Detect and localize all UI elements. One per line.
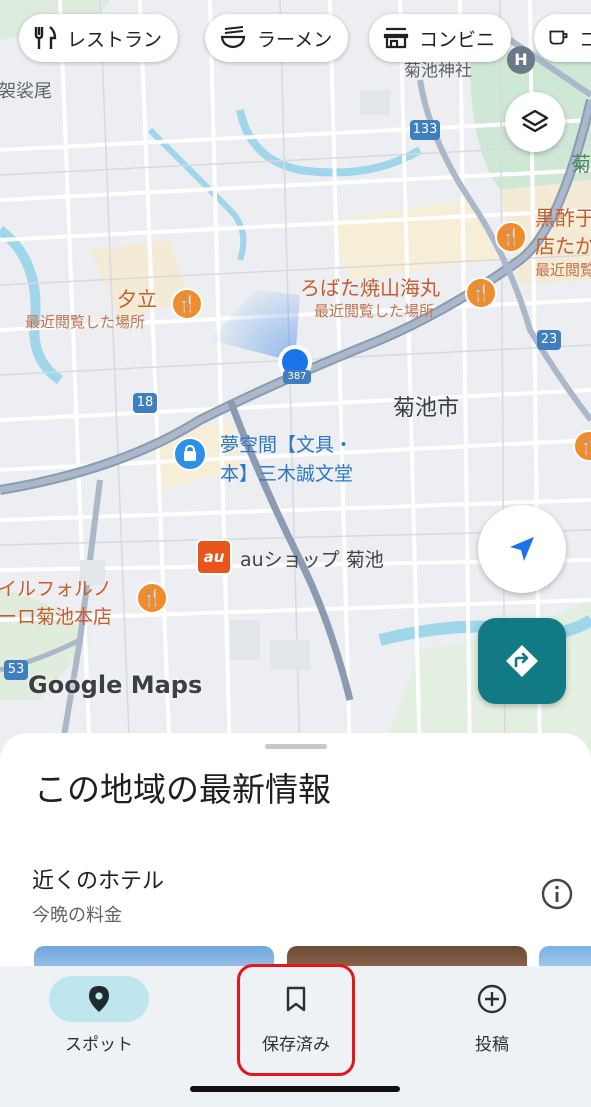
place-label-robata-recent: 最近閲覧した場所 [314, 302, 435, 320]
nav-label: スポット [65, 1035, 133, 1055]
fork-knife-icon [34, 26, 57, 49]
directions-button[interactable] [478, 618, 566, 704]
road-badge-23: 23 [537, 330, 561, 350]
chip-cafe[interactable]: コ [534, 14, 591, 62]
place-label-yumekukan-2[interactable]: 本】三木誠文堂 [220, 459, 353, 486]
road-badge-text: 387 [287, 371, 307, 382]
road-badge-text: 18 [136, 395, 154, 410]
saved-tab-highlight [237, 964, 355, 1076]
place-label-au-shop[interactable]: auショップ 菊池 [240, 545, 384, 572]
road-badge-133: 133 [410, 120, 440, 140]
road-badge-18: 18 [133, 393, 157, 413]
hospital-icon[interactable]: H [507, 46, 535, 74]
au-logo[interactable]: au [196, 539, 232, 575]
road-badge-text: 23 [540, 332, 558, 347]
place-label-kurozu-2[interactable]: 店たか [535, 230, 591, 259]
chip-restaurant[interactable]: レストラン [19, 14, 179, 62]
nav-item-spots[interactable]: スポット [24, 966, 174, 1086]
coffee-cup-icon [549, 30, 568, 45]
nav-icon-container [442, 976, 542, 1022]
place-label-kurozu-1[interactable]: 黒酢于 [535, 202, 591, 231]
place-label-robata[interactable]: ろばた焼山海丸 [300, 272, 440, 301]
place-label-ilforno-2[interactable]: ーロ菊池本店 [0, 602, 112, 629]
nav-label: 投稿 [475, 1035, 509, 1055]
chip-convenience-store[interactable]: コンビニ [369, 14, 512, 62]
shopping-bag-pin-icon[interactable] [173, 437, 207, 471]
directions-icon [506, 645, 538, 677]
restaurant-pin-icon[interactable]: 🍴 [465, 277, 497, 309]
place-label-ilforno-1[interactable]: イルフォルノ [0, 574, 112, 601]
nav-item-contribute[interactable]: 投稿 [417, 966, 567, 1086]
road-badge-53: 53 [4, 660, 28, 680]
ramen-bowl-icon [220, 26, 246, 49]
nav-icon-container [49, 976, 149, 1022]
place-label-kurozu-recent: 最近閲覧した場所 [535, 261, 591, 279]
sheet-drag-handle[interactable] [265, 744, 327, 749]
place-label-yudachi-recent: 最近閲覧した場所 [25, 313, 146, 331]
layers-icon [521, 109, 549, 133]
restaurant-pin-icon[interactable]: 🍴 [495, 221, 527, 253]
google-maps-attribution: Google Maps [28, 671, 203, 699]
add-circle-icon [477, 984, 507, 1014]
bottom-sheet[interactable]: この地域の最新情報 近くのホテル 今晩の料金 [0, 733, 591, 993]
chip-label: ラーメン [257, 28, 333, 51]
place-label-yudachi[interactable]: 夕立 [117, 283, 157, 312]
chip-label: コ [578, 28, 591, 51]
place-label-kesao: 袈裟尾 [0, 81, 52, 102]
road-badge-387: 387 [283, 370, 311, 384]
navigation-arrow-icon [510, 537, 534, 561]
place-label-kikuchi-right: 菊 [571, 152, 591, 176]
au-logo-text: au [203, 548, 225, 566]
layers-button[interactable] [505, 92, 565, 152]
road-badge-text: 133 [412, 122, 438, 137]
road-badge-text: 53 [7, 662, 25, 677]
chip-label: コンビニ [419, 28, 496, 51]
store-icon [383, 27, 409, 49]
place-label-yumekukan-1[interactable]: 夢空間【文具・ [220, 430, 353, 457]
info-icon[interactable] [540, 877, 574, 911]
chip-ramen[interactable]: ラーメン [205, 14, 349, 62]
hotels-section-subtitle: 今晩の料金 [32, 905, 122, 926]
restaurant-pin-icon[interactable]: 🍴 [136, 582, 168, 614]
place-label-city: 菊池市 [393, 396, 460, 421]
hotels-section-title[interactable]: 近くのホテル [32, 863, 164, 895]
sheet-title: この地域の最新情報 [34, 770, 331, 809]
place-pin-icon [89, 986, 109, 1012]
chip-label: レストラン [67, 28, 163, 51]
my-location-button[interactable] [478, 505, 566, 593]
restaurant-pin-icon[interactable]: 🍴 [171, 288, 203, 320]
home-indicator [190, 1086, 400, 1092]
